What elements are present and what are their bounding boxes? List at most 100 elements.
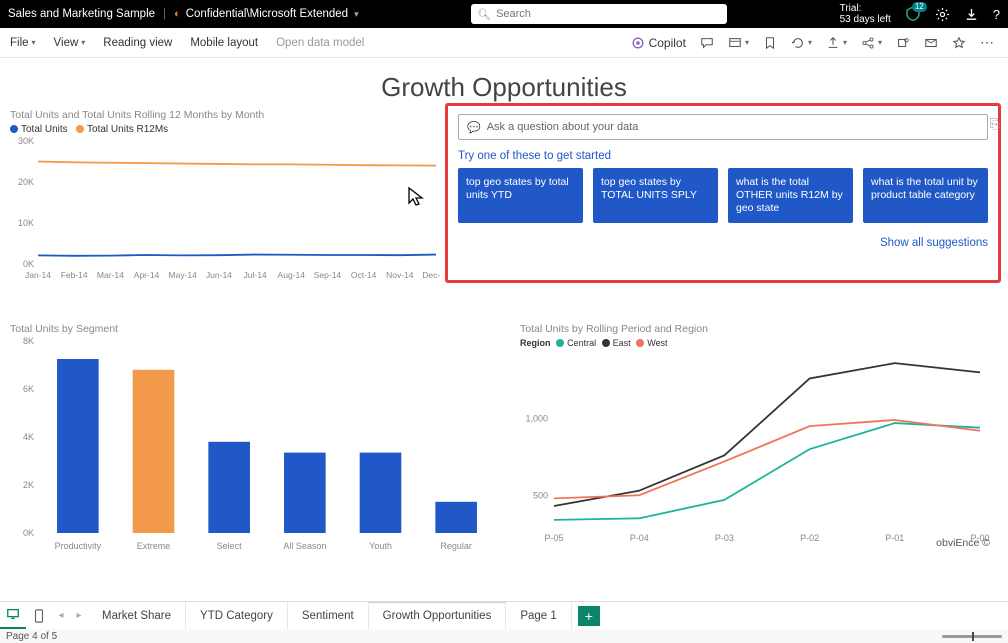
svg-text:Youth: Youth [369,541,392,551]
svg-text:Dec-14: Dec-14 [422,270,440,280]
settings-button[interactable] [935,7,950,22]
svg-text:10K: 10K [18,218,34,228]
comment-button[interactable] [696,36,718,50]
help-button[interactable]: ? [993,7,1000,22]
chevron-down-icon: ▾ [81,38,85,47]
tab-page-1[interactable]: Page 1 [506,602,571,630]
sensitivity-label[interactable]: Confidential\Microsoft Extended [186,8,348,20]
svg-text:20K: 20K [18,177,34,187]
legend-dot-icon [636,339,644,347]
share-button[interactable]: ▾ [857,36,886,50]
svg-text:500: 500 [533,490,548,500]
reading-view-button[interactable]: Reading view [103,37,172,49]
svg-text:Jun-14: Jun-14 [206,270,232,280]
bar-chart: 0K2K4K6K8KProductivityExtremeSelectAll S… [10,335,500,555]
favorite-button[interactable] [948,36,970,50]
qna-input[interactable]: 💬 Ask a question about your data [458,114,988,140]
notifications-button[interactable]: 12 [905,6,921,22]
svg-text:Select: Select [217,541,243,551]
chart-title: Total Units and Total Units Rolling 12 M… [10,109,440,121]
svg-text:Aug-14: Aug-14 [278,270,306,280]
teams-button[interactable] [892,36,914,50]
search-box[interactable]: 🔍︎ [471,4,727,24]
copilot-button[interactable]: Copilot [631,36,686,50]
separator: | [163,8,166,20]
legend-dot-icon [556,339,564,347]
export-button[interactable]: ▾ [822,36,851,50]
bar-chart-visual[interactable]: Total Units by Segment 0K2K4K6K8KProduct… [10,323,500,560]
legend-dot-icon [76,125,84,133]
svg-text:Regular: Regular [440,541,472,551]
svg-text:2K: 2K [23,480,34,490]
qna-suggestion[interactable]: what is the total unit by product table … [863,168,988,223]
app-header: Sales and Marketing Sample | ◐ Confident… [0,0,1008,28]
add-page-button[interactable]: + [578,606,600,626]
svg-text:P-03: P-03 [715,533,734,543]
zoom-slider[interactable] [942,635,1002,638]
tabs-next-button[interactable]: ▸ [70,610,88,621]
svg-text:30K: 30K [18,137,34,146]
report-title: Sales and Marketing Sample [8,8,155,20]
chevron-down-icon: ▾ [32,38,36,47]
legend: Region Central East West [520,338,1000,349]
svg-text:0K: 0K [23,528,34,538]
view-menu[interactable]: View▾ [54,37,86,49]
svg-text:All Season: All Season [283,541,326,551]
tab-sentiment[interactable]: Sentiment [288,602,369,630]
qna-settings-icon[interactable]: ⎘ [990,116,1000,132]
show-all-suggestions-link[interactable]: Show all suggestions [458,237,988,249]
mobile-view-icon[interactable] [26,609,52,623]
trial-status[interactable]: Trial: 53 days left [840,3,891,25]
notification-count: 12 [912,2,927,12]
line-chart-visual[interactable]: Total Units and Total Units Rolling 12 M… [10,109,440,287]
svg-text:Productivity: Productivity [55,541,102,551]
svg-text:Apr-14: Apr-14 [134,270,160,280]
svg-text:0K: 0K [23,259,34,269]
qna-visual[interactable]: 💬 Ask a question about your data ⎘ Try o… [445,103,1001,283]
search-input[interactable] [496,8,721,20]
svg-text:Jan-14: Jan-14 [25,270,51,280]
svg-text:P-01: P-01 [885,533,904,543]
sensitivity-icon: ◐ [174,8,181,20]
page-indicator: Page 4 of 5 [6,631,57,642]
chart-title: Total Units by Rolling Period and Region [520,323,1000,335]
bookmark-button[interactable] [759,36,781,50]
refresh-button[interactable]: ▾ [787,36,816,50]
file-menu[interactable]: File▾ [10,37,36,49]
svg-text:4K: 4K [23,432,34,442]
layout-button[interactable]: ▾ [724,36,753,50]
legend-dot-icon [602,339,610,347]
open-data-model-button[interactable]: Open data model [276,37,364,49]
download-button[interactable] [964,7,979,22]
qna-suggestions: top geo states by total units YTD top ge… [458,168,988,223]
legend: Total Units Total Units R12Ms [10,124,440,135]
svg-text:P-04: P-04 [630,533,649,543]
region-line-chart: 5001,000P-05P-04P-03P-02P-01P-00 [520,351,990,546]
svg-text:Jul-14: Jul-14 [244,270,267,280]
region-chart-visual[interactable]: Total Units by Rolling Period and Region… [520,323,1000,551]
mobile-layout-button[interactable]: Mobile layout [190,37,258,49]
svg-text:6K: 6K [23,384,34,394]
qna-try-label: Try one of these to get started [458,150,988,162]
tab-market-share[interactable]: Market Share [88,602,186,630]
page-tab-bar: ◂ ▸ Market Share YTD Category Sentiment … [0,601,1008,629]
svg-text:May-14: May-14 [169,270,198,280]
tab-ytd-category[interactable]: YTD Category [186,602,288,630]
command-bar: File▾ View▾ Reading view Mobile layout O… [0,28,1008,58]
qna-suggestion[interactable]: top geo states by total units YTD [458,168,583,223]
svg-text:Sep-14: Sep-14 [314,270,342,280]
qna-suggestion[interactable]: top geo states by TOTAL UNITS SPLY [593,168,718,223]
brand-label: obviEnce © [936,537,990,549]
chart-title: Total Units by Segment [10,323,500,335]
desktop-view-icon[interactable] [0,602,26,630]
qna-suggestion[interactable]: what is the total OTHER units R12M by ge… [728,168,853,223]
tabs-prev-button[interactable]: ◂ [52,610,70,621]
more-button[interactable]: ⋯ [976,34,998,51]
svg-text:Mar-14: Mar-14 [97,270,124,280]
status-bar: Page 4 of 5 [0,629,1008,643]
svg-text:Extreme: Extreme [137,541,171,551]
subscribe-button[interactable] [920,36,942,50]
svg-text:P-05: P-05 [544,533,563,543]
line-chart: 30K20K10K0KJan-14Feb-14Mar-14Apr-14May-1… [10,137,440,282]
tab-growth-opportunities[interactable]: Growth Opportunities [369,602,507,630]
